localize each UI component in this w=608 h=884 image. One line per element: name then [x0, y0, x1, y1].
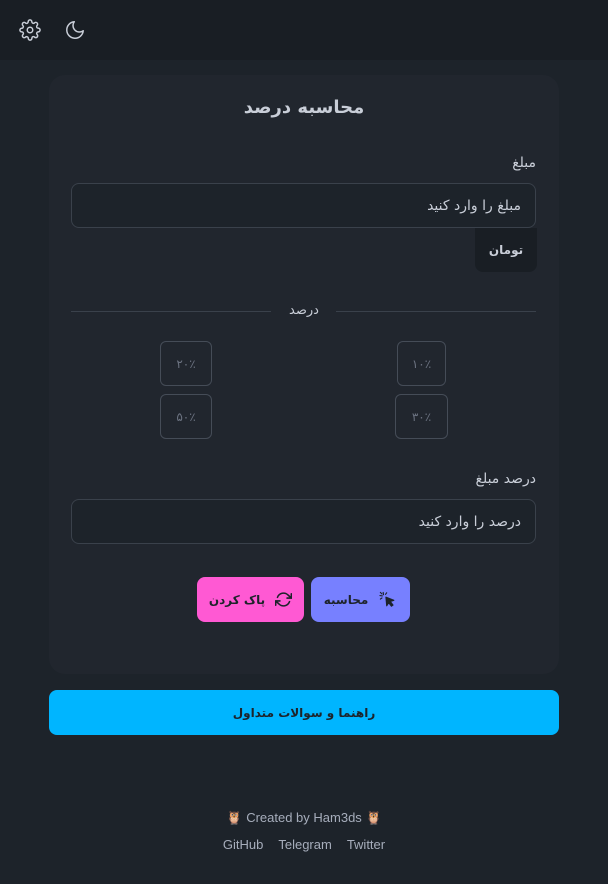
percent-amount-label: درصد مبلغ — [475, 471, 537, 487]
percent-input[interactable] — [71, 499, 536, 544]
refresh-icon — [275, 592, 293, 607]
footer-credit: 🦉 Created by Ham3ds 🦉 — [0, 810, 608, 826]
clear-button-label: پاک کردن — [208, 592, 266, 607]
telegram-link[interactable]: Telegram — [278, 837, 331, 852]
footer-links: GitHub Telegram Twitter — [0, 837, 608, 852]
owl-icon: 🦉 — [365, 810, 382, 825]
currency-badge: تومان — [475, 228, 537, 272]
percent-option-30[interactable]: ۳۰٪ — [395, 394, 448, 439]
owl-icon: 🦉 — [226, 810, 243, 825]
clear-button[interactable]: پاک کردن — [197, 577, 304, 622]
moon-icon — [66, 21, 84, 39]
cursor-click-icon — [379, 591, 395, 607]
card-title: محاسبه درصد — [243, 97, 365, 118]
navbar — [0, 0, 608, 60]
help-faq-button[interactable]: راهنما و سوالات متداول — [49, 690, 559, 735]
percent-option-10[interactable]: ۱۰٪ — [397, 341, 446, 386]
twitter-link[interactable]: Twitter — [347, 837, 385, 852]
footer-credit-text: Created by Ham3ds — [246, 810, 362, 825]
settings-button[interactable] — [16, 16, 44, 44]
theme-toggle-button[interactable] — [61, 16, 89, 44]
percent-divider-label: درصد — [289, 303, 319, 318]
percent-option-50[interactable]: ۵۰٪ — [160, 394, 212, 439]
amount-label: مبلغ — [512, 155, 536, 171]
amount-input[interactable] — [71, 183, 536, 228]
github-link[interactable]: GitHub — [223, 837, 263, 852]
calculate-button-label: محاسبه — [323, 592, 369, 607]
calculator-card: محاسبه درصد مبلغ تومان درصد ۲۰٪ ۱۰٪ ۵۰٪ … — [49, 75, 559, 674]
gear-icon — [19, 19, 41, 41]
calculate-button[interactable]: محاسبه — [311, 577, 410, 622]
percent-option-20[interactable]: ۲۰٪ — [160, 341, 212, 386]
